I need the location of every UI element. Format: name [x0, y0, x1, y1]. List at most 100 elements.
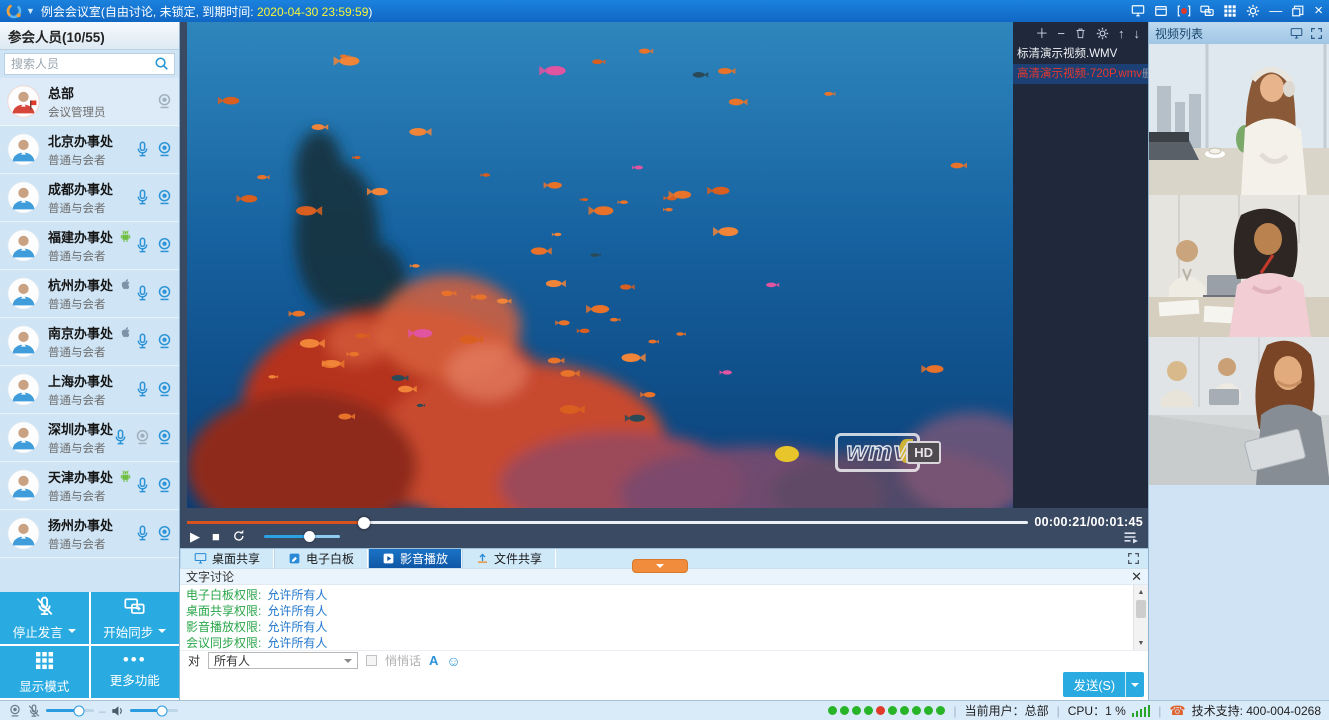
playlist-add-icon[interactable]: ＋	[1035, 27, 1048, 40]
chevron-down-icon[interactable]: ▼	[26, 6, 35, 16]
more-functions-button[interactable]: ••• 更多功能	[91, 646, 180, 698]
sync-screens-icon[interactable]	[1200, 4, 1214, 18]
webcam-icon[interactable]	[156, 381, 173, 398]
playlist-settings-icon[interactable]	[1096, 27, 1109, 40]
playlist-item-selected[interactable]: 高清演示视频-720P.wmv 删除	[1013, 64, 1148, 84]
scrollbar-thumb[interactable]	[1136, 600, 1146, 618]
volume-handle[interactable]	[304, 531, 315, 542]
close-button[interactable]: ×	[1314, 4, 1323, 18]
tab-file-share[interactable]: 文件共享	[462, 549, 556, 568]
playlist-remove-icon[interactable]: −	[1057, 27, 1065, 40]
microphone-icon[interactable]	[134, 285, 151, 302]
scroll-up-icon[interactable]: ▲	[1134, 585, 1148, 599]
speaker-icon[interactable]	[111, 704, 125, 718]
participant-row[interactable]: 扬州办事处 普通与会者	[0, 510, 179, 558]
participant-role: 普通与会者	[48, 296, 134, 312]
scroll-down-icon[interactable]: ▼	[1134, 636, 1148, 650]
close-icon[interactable]: ✕	[1131, 570, 1142, 583]
webcam-icon[interactable]	[156, 477, 173, 494]
panel-collapse-handle[interactable]	[632, 559, 688, 573]
playlist-toggle-icon[interactable]	[1123, 531, 1140, 544]
microphone-icon[interactable]	[134, 237, 151, 254]
video-thumbnail-3[interactable]	[1149, 337, 1329, 485]
speaker-volume-slider[interactable]	[130, 709, 178, 712]
webcam-status-icon[interactable]	[8, 704, 22, 718]
video-content[interactable]: wmv HD	[187, 22, 1013, 508]
chat-message: 影音播放权限:允许所有人	[186, 619, 1126, 635]
video-thumbnail-1[interactable]	[1149, 44, 1329, 195]
microphone-icon[interactable]	[134, 525, 151, 542]
microphone-icon[interactable]	[112, 429, 129, 446]
participant-row[interactable]: 深圳办事处 普通与会者	[0, 414, 179, 462]
message-compose-area[interactable]: 发送(S)	[180, 670, 1148, 700]
participant-row[interactable]: 南京办事处 普通与会者	[0, 318, 179, 366]
microphone-icon[interactable]	[134, 141, 151, 158]
webcam-icon[interactable]	[156, 285, 173, 302]
participant-row[interactable]: 天津办事处 普通与会者	[0, 462, 179, 510]
recipient-select[interactable]: 所有人	[208, 652, 358, 669]
video-wall-icon[interactable]	[1290, 27, 1303, 40]
playlist-item[interactable]: 标清演示视频.WMV	[1013, 44, 1148, 64]
player-volume-slider[interactable]	[264, 535, 340, 538]
replay-button[interactable]	[232, 529, 246, 543]
screen-share-icon[interactable]	[1131, 4, 1145, 18]
participant-row[interactable]: 总部 会议管理员	[0, 78, 179, 126]
move-down-icon[interactable]: ↓	[1134, 27, 1141, 40]
trash-icon[interactable]	[1074, 27, 1087, 40]
display-mode-button[interactable]: 显示模式	[0, 646, 89, 698]
participant-row[interactable]: 杭州办事处 普通与会者	[0, 270, 179, 318]
microphone-icon[interactable]	[134, 333, 151, 350]
expand-icon[interactable]	[1127, 552, 1140, 565]
expand-icon[interactable]	[1310, 27, 1323, 40]
android-icon	[118, 229, 133, 244]
microphone-icon[interactable]	[134, 477, 151, 494]
send-button[interactable]: 发送(S)	[1063, 672, 1144, 697]
seek-handle[interactable]	[358, 517, 370, 529]
send-options-icon[interactable]	[1126, 679, 1144, 691]
webcam-icon[interactable]	[156, 429, 173, 446]
webcam-off-icon[interactable]	[134, 429, 151, 446]
play-button[interactable]: ▶	[190, 530, 200, 543]
whisper-checkbox[interactable]	[366, 655, 377, 666]
webcam-icon[interactable]	[156, 189, 173, 206]
search-icon[interactable]	[154, 56, 169, 71]
layout-grid-icon[interactable]	[1223, 4, 1237, 18]
apple-icon	[118, 325, 133, 340]
webcam-icon[interactable]	[156, 333, 173, 350]
webcam-icon[interactable]	[156, 237, 173, 254]
start-sync-button[interactable]: 开始同步	[91, 592, 180, 644]
gear-icon[interactable]	[1246, 4, 1260, 18]
mic-volume-handle[interactable]	[73, 705, 84, 716]
dropdown-caret-icon[interactable]	[158, 629, 166, 637]
search-input[interactable]	[4, 53, 175, 75]
chat-scrollbar[interactable]: ▲ ▼	[1133, 585, 1148, 650]
mic-volume-slider[interactable]	[46, 709, 94, 712]
participant-row[interactable]: 成都办事处 普通与会者	[0, 174, 179, 222]
font-button[interactable]: A	[429, 653, 438, 668]
webcam-icon[interactable]	[156, 141, 173, 158]
participant-row[interactable]: 福建办事处 普通与会者	[0, 222, 179, 270]
delete-button[interactable]: 删除	[1142, 64, 1148, 84]
tab-media-playback[interactable]: 影音播放	[368, 549, 462, 568]
stop-speaking-button[interactable]: 停止发言	[0, 592, 89, 644]
stop-button[interactable]: ■	[212, 530, 220, 543]
speaker-volume-handle[interactable]	[157, 705, 168, 716]
tab-desktop-share[interactable]: 桌面共享	[180, 549, 274, 568]
emoji-button[interactable]: ☺	[446, 654, 460, 668]
microphone-icon[interactable]	[134, 189, 151, 206]
maximize-button[interactable]	[1291, 4, 1305, 18]
webcam-broadcast-icon[interactable]	[156, 525, 173, 542]
seek-bar[interactable]	[187, 521, 1028, 524]
record-icon[interactable]	[1177, 4, 1191, 18]
webcam-icon[interactable]	[156, 93, 173, 110]
microphone-muted-icon[interactable]	[27, 704, 41, 718]
participant-row[interactable]: 北京办事处 普通与会者	[0, 126, 179, 174]
dropdown-caret-icon[interactable]	[68, 629, 76, 637]
microphone-icon[interactable]	[134, 381, 151, 398]
move-up-icon[interactable]: ↑	[1118, 27, 1125, 40]
video-thumbnail-2[interactable]	[1149, 195, 1329, 337]
participant-row[interactable]: 上海办事处 普通与会者	[0, 366, 179, 414]
window-mode-icon[interactable]	[1154, 4, 1168, 18]
tab-whiteboard[interactable]: 电子白板	[274, 549, 368, 568]
minimize-button[interactable]: —	[1269, 4, 1282, 18]
